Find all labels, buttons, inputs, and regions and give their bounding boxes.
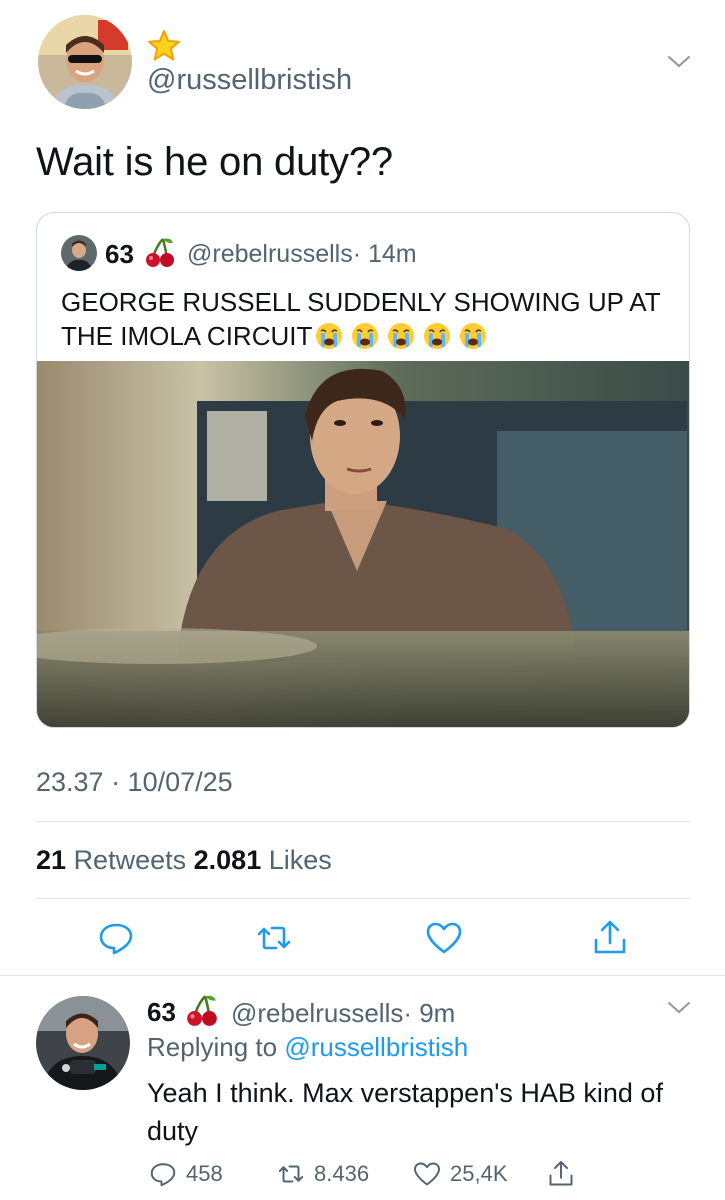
loudly-crying-face-icon xyxy=(424,323,451,349)
user-avatar[interactable] xyxy=(38,15,132,109)
quoted-tweet-text: GEORGE RUSSELL SUDDENLY SHOWING UP AT TH… xyxy=(61,285,661,353)
share-icon xyxy=(594,920,626,954)
like-button[interactable] xyxy=(424,918,464,958)
reply-handle-text: @rebelrussells xyxy=(231,998,404,1028)
reply-user-avatar[interactable] xyxy=(36,996,130,1090)
reply-time: · 9m xyxy=(403,998,456,1028)
reply-user-name[interactable]: 63 xyxy=(147,997,176,1028)
quoted-time: · 14m xyxy=(352,240,417,268)
retweet-button[interactable] xyxy=(254,918,294,958)
divider xyxy=(0,975,725,976)
replying-to-label: Replying to xyxy=(147,1032,278,1062)
retweet-count: 21 xyxy=(36,845,67,875)
divider xyxy=(36,898,690,899)
chevron-down-icon[interactable] xyxy=(666,52,692,72)
retweets-link[interactable]: Retweets xyxy=(74,845,187,875)
loudly-crying-face-icon xyxy=(460,323,487,349)
reply-reply-button[interactable]: 458 xyxy=(148,1156,223,1192)
loudly-crying-face-icon xyxy=(352,323,379,349)
reply-button[interactable] xyxy=(96,918,136,958)
reply-icon xyxy=(150,1163,176,1187)
tweet-text: Wait is he on duty?? xyxy=(36,140,393,184)
reply-icon xyxy=(99,923,133,955)
cherry-icon xyxy=(146,238,174,267)
reply-share-button[interactable] xyxy=(546,1156,576,1192)
quoted-handle-text: @rebelrussells xyxy=(187,240,353,268)
chevron-down-icon[interactable] xyxy=(666,998,692,1018)
replying-to-link[interactable]: @russellbristish xyxy=(284,1032,468,1062)
quoted-user-name: 63 xyxy=(105,239,134,269)
cherry-icon xyxy=(187,995,217,1026)
reply-user-handle[interactable]: @rebelrussells· 9m xyxy=(231,998,455,1029)
heart-icon xyxy=(426,922,462,954)
like-count: 25,4K xyxy=(450,1161,508,1186)
reply-retweet-button[interactable]: 8.436 xyxy=(276,1156,369,1192)
loudly-crying-face-icon xyxy=(316,323,343,349)
reply-count: 458 xyxy=(186,1161,223,1186)
quoted-tweet-photo[interactable] xyxy=(37,361,689,727)
retweet-icon xyxy=(278,1165,304,1183)
likes-link[interactable]: Likes xyxy=(269,845,332,875)
crying-emoji-row xyxy=(314,321,488,351)
heart-icon xyxy=(414,1162,440,1186)
share-icon xyxy=(549,1161,573,1186)
user-handle[interactable]: @russellbristish xyxy=(147,64,352,97)
reply-text: Yeah I think. Max verstappen's HAB kind … xyxy=(147,1078,663,1146)
quoted-user-avatar xyxy=(61,235,97,271)
quoted-tweet-card[interactable]: 63 @rebelrussells· 14m GEORGE RUSSELL SU… xyxy=(36,212,690,728)
tweet-timestamp: 23.37 · 10/07/25 xyxy=(36,767,233,797)
share-button[interactable] xyxy=(590,918,630,958)
star-icon xyxy=(148,30,180,61)
retweet-icon xyxy=(257,926,291,950)
replying-to-line: Replying to @russellbristish xyxy=(147,1032,468,1063)
quoted-user-handle: @rebelrussells· 14m xyxy=(187,240,417,269)
divider xyxy=(36,821,690,822)
loudly-crying-face-icon xyxy=(388,323,415,349)
retweet-count: 8.436 xyxy=(314,1161,370,1186)
reply-like-button[interactable]: 25,4K xyxy=(412,1156,508,1192)
like-count: 2.081 xyxy=(193,845,262,875)
engagement-stats: 21 Retweets 2.081 Likes xyxy=(36,845,332,876)
